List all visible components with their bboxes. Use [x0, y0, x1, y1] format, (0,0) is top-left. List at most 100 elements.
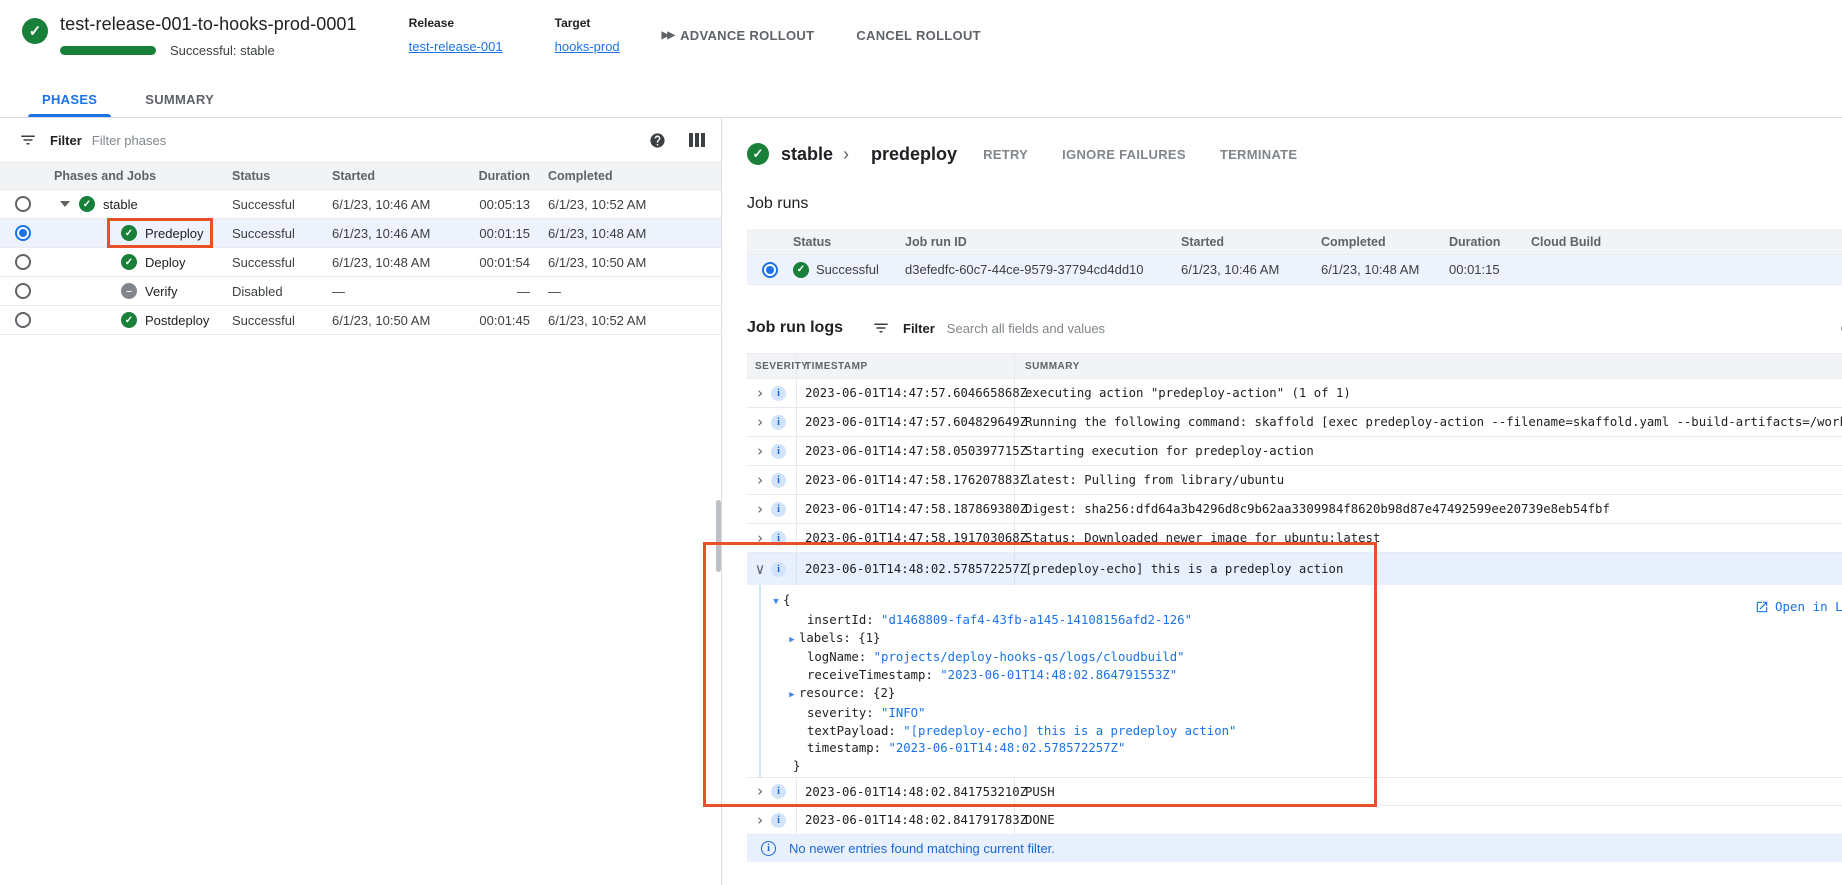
success-icon: ✓ [121, 225, 137, 241]
help-icon[interactable] [643, 126, 671, 154]
target-link[interactable]: hooks-prod [555, 39, 620, 54]
title-block: test-release-001-to-hooks-prod-0001 Succ… [60, 14, 357, 58]
job-runs-header: Status Job run ID Started Completed Dura… [747, 229, 1842, 255]
log-row[interactable]: ›i 2023-06-01T14:47:58.191703068Z Status… [747, 524, 1842, 553]
job-row-postdeploy[interactable]: ✓ Postdeploy Successful 6/1/23, 10:50 AM… [0, 306, 721, 335]
log-row[interactable]: ›i 2023-06-01T14:47:58.187869380Z Digest… [747, 495, 1842, 524]
cancel-rollout-button[interactable]: CANCEL ROLLOUT [856, 28, 981, 43]
rollout-detail-page: ✓ test-release-001-to-hooks-prod-0001 Su… [0, 0, 1842, 885]
phase-radio-stable[interactable] [15, 196, 31, 212]
job-row-verify[interactable]: – Verify Disabled — — — [0, 277, 721, 306]
rollout-status-text: Successful: stable [170, 43, 275, 58]
release-link[interactable]: test-release-001 [409, 39, 503, 54]
open-in-logs-explorer-link[interactable]: Open in Logs Explorer [1755, 599, 1842, 614]
info-severity-icon: i [771, 502, 786, 517]
phases-filter-row: Filter [0, 118, 721, 162]
job-detail-panel: ✓ stable › predeploy RETRY IGNORE FAILUR… [722, 118, 1842, 885]
job-success-icon: ✓ [747, 143, 769, 165]
log-row[interactable]: ›i 2023-06-01T14:48:02.841753210Z PUSH [747, 777, 1842, 806]
page-header: ✓ test-release-001-to-hooks-prod-0001 Su… [0, 0, 1842, 80]
job-radio-postdeploy[interactable] [15, 312, 31, 328]
info-severity-icon: i [771, 444, 786, 459]
info-icon: i [761, 841, 776, 856]
phases-table: Phases and Jobs Status Started Duration … [0, 162, 721, 335]
release-meta: Release test-release-001 [409, 14, 503, 56]
help-icon[interactable] [1834, 314, 1842, 342]
job-run-row[interactable]: ✓ Successful d3efedfc-60c7-44ce-9579-377… [747, 255, 1842, 285]
expand-triangle-icon[interactable]: ▶ [785, 687, 799, 705]
job-runs-table: Status Job run ID Started Completed Dura… [747, 229, 1842, 285]
log-row[interactable]: ›i 2023-06-01T14:47:58.176207883Z latest… [747, 466, 1842, 495]
collapse-triangle-icon[interactable]: ▼ [769, 594, 783, 612]
scrollbar-thumb[interactable] [716, 500, 721, 572]
log-row[interactable]: ›i 2023-06-01T14:47:57.604829649Z Runnin… [747, 408, 1842, 437]
rollout-success-icon: ✓ [22, 18, 48, 44]
logs-header: SEVERITY TIMESTAMP SUMMARY [747, 353, 1842, 379]
job-run-logs-toolbar: Job run logs Filter [747, 311, 1842, 345]
job-radio-deploy[interactable] [15, 254, 31, 270]
expand-chevron-icon[interactable]: › [755, 531, 765, 546]
tab-phases[interactable]: PHASES [18, 80, 121, 117]
log-entry-json: ▼{ insertId: "d1468809-faf4-43fb-a145-14… [759, 585, 1842, 777]
ignore-failures-button[interactable]: IGNORE FAILURES [1062, 147, 1186, 162]
logs-filter-label: Filter [903, 321, 935, 336]
tab-summary[interactable]: SUMMARY [121, 80, 238, 117]
breadcrumb-phase: stable [781, 144, 833, 165]
target-meta: Target hooks-prod [555, 14, 620, 56]
no-newer-entries-notice: i No newer entries found matching curren… [747, 835, 1842, 862]
expand-triangle-icon[interactable]: ▶ [785, 632, 799, 650]
tab-bar: PHASES SUMMARY [0, 80, 1842, 118]
rollout-progress-bar [60, 46, 156, 55]
info-severity-icon: i [771, 784, 786, 799]
expanded-log-region: ∨i 2023-06-01T14:48:02.578572257Z [prede… [747, 553, 1842, 806]
open-in-new-icon [1755, 600, 1769, 614]
info-severity-icon: i [771, 531, 786, 546]
advance-rollout-button[interactable]: ▶▶ ADVANCE ROLLOUT [662, 28, 815, 43]
collapse-arrow-icon[interactable] [60, 201, 70, 207]
success-icon: ✓ [121, 312, 137, 328]
page-title: test-release-001-to-hooks-prod-0001 [60, 14, 357, 35]
expand-chevron-icon[interactable]: › [755, 473, 765, 488]
job-breadcrumb-header: ✓ stable › predeploy RETRY IGNORE FAILUR… [747, 143, 1842, 165]
log-row[interactable]: ›i 2023-06-01T14:47:57.604665868Z execut… [747, 379, 1842, 408]
job-run-radio[interactable] [762, 262, 778, 278]
success-icon: ✓ [79, 196, 95, 212]
collapse-chevron-icon[interactable]: ∨ [755, 562, 765, 577]
logs-search-input[interactable] [947, 321, 1834, 336]
success-icon: ✓ [121, 254, 137, 270]
expand-chevron-icon[interactable]: › [755, 415, 765, 430]
success-icon: ✓ [793, 262, 809, 278]
job-runs-title: Job runs [747, 195, 1842, 213]
job-row-deploy[interactable]: ✓ Deploy Successful 6/1/23, 10:48 AM 00:… [0, 248, 721, 277]
release-label: Release [409, 16, 503, 30]
job-radio-verify[interactable] [15, 283, 31, 299]
retry-button[interactable]: RETRY [983, 147, 1028, 162]
column-settings-icon[interactable] [689, 133, 705, 147]
disabled-icon: – [121, 283, 137, 299]
expand-chevron-icon[interactable]: › [755, 386, 765, 401]
expand-chevron-icon[interactable]: › [755, 784, 765, 799]
fast-forward-icon: ▶▶ [662, 30, 673, 41]
log-row[interactable]: ›i 2023-06-01T14:47:58.050397715Z Starti… [747, 437, 1842, 466]
phases-panel: Filter Phases and Jobs Status Started Du… [0, 118, 722, 885]
filter-icon [14, 126, 42, 154]
log-row[interactable]: ›i 2023-06-01T14:48:02.841791783Z DONE [747, 806, 1842, 835]
job-run-logs-table: SEVERITY TIMESTAMP SUMMARY ›i 2023-06-01… [747, 353, 1842, 862]
filter-label: Filter [50, 133, 82, 148]
info-severity-icon: i [771, 415, 786, 430]
info-severity-icon: i [771, 386, 786, 401]
expand-chevron-icon[interactable]: › [755, 813, 765, 828]
phases-filter-input[interactable] [92, 133, 643, 148]
job-radio-predeploy[interactable] [15, 225, 31, 241]
info-severity-icon: i [771, 473, 786, 488]
job-run-id: d3efedfc-60c7-44ce-9579-37794cd4dd10 [905, 262, 1181, 277]
chevron-right-icon: › [843, 144, 849, 165]
expand-chevron-icon[interactable]: › [755, 444, 765, 459]
expand-chevron-icon[interactable]: › [755, 502, 765, 517]
phase-row-stable[interactable]: ✓ stable Successful 6/1/23, 10:46 AM 00:… [0, 190, 721, 219]
log-row-expanded[interactable]: ∨i 2023-06-01T14:48:02.578572257Z [prede… [747, 553, 1842, 585]
phases-table-header: Phases and Jobs Status Started Duration … [0, 162, 721, 190]
terminate-button[interactable]: TERMINATE [1220, 147, 1298, 162]
job-row-predeploy[interactable]: ✓ Predeploy Successful 6/1/23, 10:46 AM … [0, 219, 721, 248]
breadcrumb-job: predeploy [871, 144, 957, 165]
